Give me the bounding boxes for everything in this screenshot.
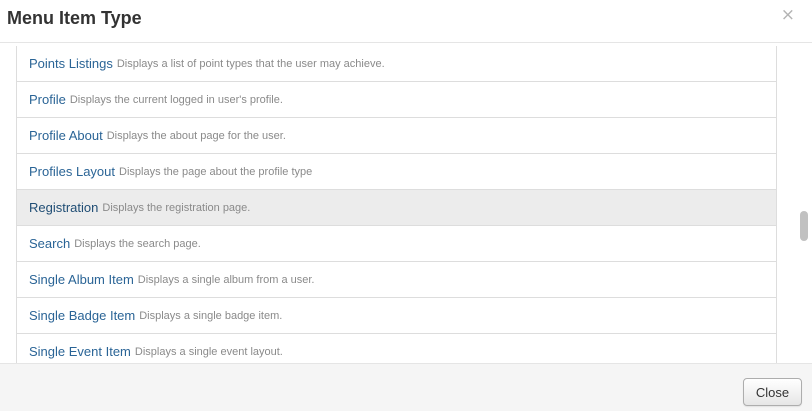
list-item[interactable]: Profile Displays the current logged in us…	[17, 82, 776, 118]
menu-item-type-link[interactable]: Single Album Item	[29, 272, 134, 287]
menu-item-type-description: Displays the about page for the user.	[106, 129, 286, 142]
list-item[interactable]: Profiles Layout Displays the page about t…	[17, 154, 776, 190]
modal-title: Menu Item Type	[7, 8, 142, 28]
menu-item-type-link[interactable]: Profile	[29, 92, 66, 107]
list-item[interactable]: Profile About Displays the about page for…	[17, 118, 776, 154]
menu-item-type-description: Displays the page about the profile type	[119, 165, 313, 178]
menu-item-type-description: Displays a single event layout.	[134, 345, 283, 358]
menu-item-type-description: Displays a single badge item.	[139, 309, 283, 322]
close-button[interactable]: Close	[743, 378, 802, 406]
close-icon[interactable]: ×	[781, 7, 795, 24]
menu-item-type-link[interactable]: Single Event Item	[29, 344, 131, 359]
menu-item-type-description: Displays a single album from a user.	[137, 273, 315, 286]
menu-item-type-description: Displays the registration page.	[102, 201, 251, 214]
menu-item-type-link[interactable]: Search	[29, 236, 70, 251]
list-item[interactable]: Search Displays the search page.	[17, 226, 776, 262]
modal-body: Points Listings Displays a list of point …	[0, 43, 812, 363]
menu-item-type-link[interactable]: Single Badge Item	[29, 308, 135, 323]
scrollbar[interactable]	[798, 43, 808, 363]
modal-footer: Close	[0, 363, 812, 411]
menu-item-type-list: Points Listings Displays a list of point …	[16, 46, 777, 363]
menu-item-type-description: Displays a list of point types that the …	[116, 57, 385, 70]
list-item[interactable]: Points Listings Displays a list of point …	[17, 46, 776, 82]
scrollbar-thumb[interactable]	[800, 211, 808, 241]
modal-header: Menu Item Type ×	[0, 0, 812, 43]
list-item[interactable]: Registration Displays the registration pa…	[17, 190, 776, 226]
menu-item-type-link[interactable]: Profile About	[29, 128, 103, 143]
menu-item-type-link[interactable]: Registration	[29, 200, 98, 215]
menu-item-type-link[interactable]: Points Listings	[29, 56, 113, 71]
list-item[interactable]: Single Event Item Displays a single event…	[17, 334, 776, 363]
menu-item-type-description: Displays the current logged in user's pr…	[69, 93, 283, 106]
menu-item-type-link[interactable]: Profiles Layout	[29, 164, 115, 179]
list-item[interactable]: Single Album Item Displays a single album…	[17, 262, 776, 298]
list-item[interactable]: Single Badge Item Displays a single badge…	[17, 298, 776, 334]
menu-item-type-description: Displays the search page.	[74, 237, 201, 250]
